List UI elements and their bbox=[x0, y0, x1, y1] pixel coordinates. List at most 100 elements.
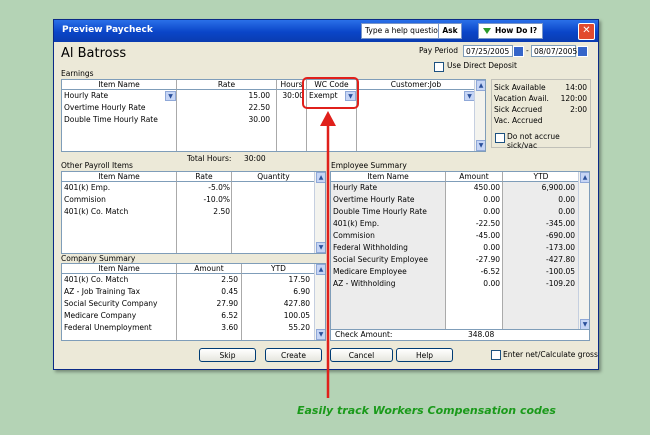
pay-period-start-field[interactable]: 07/25/2005 bbox=[463, 45, 513, 57]
company-item: Medicare Company bbox=[64, 311, 137, 320]
earnings-rate[interactable]: 30.00 bbox=[182, 115, 270, 124]
employee-summary-item: Commision bbox=[333, 231, 375, 240]
col-header: Item Name bbox=[331, 172, 446, 182]
employee-summary-amount: -6.52 bbox=[480, 267, 500, 276]
company-item: Social Security Company bbox=[64, 299, 158, 308]
company-amount: 2.50 bbox=[221, 275, 238, 284]
employee-summary-ytd: 0.00 bbox=[558, 207, 575, 216]
employee-summary-amount: 450.00 bbox=[473, 183, 500, 192]
employee-summary-section-label: Employee Summary bbox=[331, 161, 407, 170]
ask-button[interactable]: Ask bbox=[438, 23, 462, 39]
scroll-down-icon[interactable]: ▼ bbox=[316, 329, 325, 340]
scroll-up-icon[interactable]: ▲ bbox=[476, 80, 485, 91]
no-accrue-label: Do not accrue sick/vac bbox=[507, 132, 560, 150]
title-bar: Preview Paycheck Type a help question As… bbox=[54, 20, 598, 42]
employee-summary-item: Social Security Employee bbox=[333, 255, 428, 264]
calendar-icon[interactable] bbox=[513, 46, 524, 57]
col-header: WC Code bbox=[307, 80, 357, 90]
earnings-hours[interactable]: 30:00 bbox=[277, 91, 304, 100]
scroll-down-icon[interactable]: ▼ bbox=[476, 140, 485, 151]
company-item: Federal Unemployment bbox=[64, 323, 152, 332]
earnings-scrollbar[interactable]: ▲ ▼ bbox=[474, 80, 485, 151]
col-header: Amount bbox=[177, 264, 242, 274]
sick-vac-label: Vac. Accrued bbox=[494, 116, 543, 125]
sick-vac-label: Sick Available bbox=[494, 83, 546, 92]
company-ytd: 17.50 bbox=[288, 275, 310, 284]
how-do-i-button[interactable]: How Do I? bbox=[478, 23, 543, 39]
employee-summary-amount: 0.00 bbox=[483, 243, 500, 252]
company-summary-table: Item Name Amount YTD 401(k) Co. Match 2.… bbox=[61, 263, 326, 341]
earnings-rate[interactable]: 15.00 bbox=[182, 91, 270, 100]
employee-summary-ytd: -109.20 bbox=[546, 279, 575, 288]
scroll-up-icon[interactable]: ▲ bbox=[580, 172, 589, 183]
col-header: Item Name bbox=[62, 80, 177, 90]
employee-summary-ytd: -100.05 bbox=[546, 267, 575, 276]
window-title: Preview Paycheck bbox=[62, 25, 153, 35]
help-button[interactable]: Help bbox=[396, 348, 453, 362]
date-separator: - bbox=[526, 46, 529, 55]
employee-summary-amount: -45.00 bbox=[475, 231, 500, 240]
sick-vac-label: Vacation Avail. bbox=[494, 94, 549, 103]
employee-summary-ytd: 6,900.00 bbox=[541, 183, 575, 192]
sick-vac-value: 120:00 bbox=[560, 94, 587, 103]
wc-code-field[interactable]: Exempt bbox=[309, 91, 338, 100]
employee-summary-ytd: 0.00 bbox=[558, 195, 575, 204]
scroll-down-icon[interactable]: ▼ bbox=[316, 242, 325, 253]
scroll-up-icon[interactable]: ▲ bbox=[316, 172, 325, 183]
other-payroll-table: Item Name Rate Quantity 401(k) Emp. -5.0… bbox=[61, 171, 326, 254]
chevron-down-icon[interactable]: ▼ bbox=[345, 91, 356, 101]
earnings-item[interactable]: Double Time Hourly Rate bbox=[64, 115, 158, 124]
skip-button[interactable]: Skip bbox=[199, 348, 256, 362]
employee-summary-item: Federal Withholding bbox=[333, 243, 408, 252]
col-header: Customer:Job bbox=[357, 80, 476, 90]
create-button[interactable]: Create bbox=[265, 348, 322, 362]
chevron-down-icon[interactable]: ▼ bbox=[165, 91, 176, 101]
earnings-rate[interactable]: 22.50 bbox=[182, 103, 270, 112]
other-payroll-scrollbar[interactable]: ▲ ▼ bbox=[314, 172, 325, 253]
company-item: 401(k) Co. Match bbox=[64, 275, 129, 284]
check-amount-row: Check Amount: 348.08 bbox=[331, 329, 589, 340]
payroll-rate[interactable]: -5.0% bbox=[178, 183, 230, 192]
col-header: Rate bbox=[177, 172, 232, 182]
payroll-rate[interactable]: -10.0% bbox=[178, 195, 230, 204]
employee-summary-ytd: -427.80 bbox=[546, 255, 575, 264]
company-amount: 3.60 bbox=[221, 323, 238, 332]
chevron-down-icon bbox=[483, 28, 491, 34]
company-amount: 27.90 bbox=[216, 299, 238, 308]
company-amount: 6.52 bbox=[221, 311, 238, 320]
cancel-button[interactable]: Cancel bbox=[330, 348, 393, 362]
close-icon[interactable]: ✕ bbox=[578, 23, 595, 40]
sick-vac-value: 2:00 bbox=[570, 105, 587, 114]
sick-vac-value: 14:00 bbox=[565, 83, 587, 92]
payroll-item[interactable]: 401(k) Co. Match bbox=[64, 207, 128, 216]
payroll-item[interactable]: Commision bbox=[64, 195, 106, 204]
col-header: YTD bbox=[503, 172, 580, 182]
direct-deposit-label: Use Direct Deposit bbox=[447, 61, 517, 70]
no-accrue-checkbox[interactable] bbox=[495, 133, 505, 143]
employee-summary-table: Item Name Amount YTD Hourly Rate 450.00 … bbox=[330, 171, 590, 341]
enter-net-checkbox[interactable] bbox=[491, 350, 501, 360]
employee-summary-item: 401(k) Emp. bbox=[333, 219, 380, 228]
earnings-item[interactable]: Overtime Hourly Rate bbox=[64, 103, 146, 112]
earnings-item[interactable]: Hourly Rate bbox=[64, 91, 108, 100]
scroll-up-icon[interactable]: ▲ bbox=[316, 264, 325, 275]
company-summary-scrollbar[interactable]: ▲ ▼ bbox=[314, 264, 325, 340]
col-header: Rate bbox=[177, 80, 277, 90]
enter-net-label: Enter net/Calculate gross bbox=[503, 350, 598, 359]
company-ytd: 427.80 bbox=[283, 299, 310, 308]
sick-vacation-panel: Sick Available 14:00 Vacation Avail. 120… bbox=[491, 79, 591, 150]
total-hours-label: Total Hours: bbox=[187, 154, 232, 163]
pay-period-end-field[interactable]: 08/07/2005 bbox=[531, 45, 577, 57]
employee-summary-amount: 0.00 bbox=[483, 279, 500, 288]
payroll-rate[interactable]: 2.50 bbox=[178, 207, 230, 216]
col-header: YTD bbox=[242, 264, 316, 274]
employee-summary-item: AZ - Withholding bbox=[333, 279, 396, 288]
employee-summary-amount: -22.50 bbox=[475, 219, 500, 228]
direct-deposit-checkbox[interactable] bbox=[434, 62, 444, 72]
calendar-icon[interactable] bbox=[577, 46, 588, 57]
col-header: Item Name bbox=[62, 264, 177, 274]
check-amount-value: 348.08 bbox=[468, 330, 495, 339]
company-amount: 0.45 bbox=[221, 287, 238, 296]
employee-summary-scrollbar[interactable]: ▲ ▼ bbox=[578, 172, 589, 330]
payroll-item[interactable]: 401(k) Emp. bbox=[64, 183, 110, 192]
